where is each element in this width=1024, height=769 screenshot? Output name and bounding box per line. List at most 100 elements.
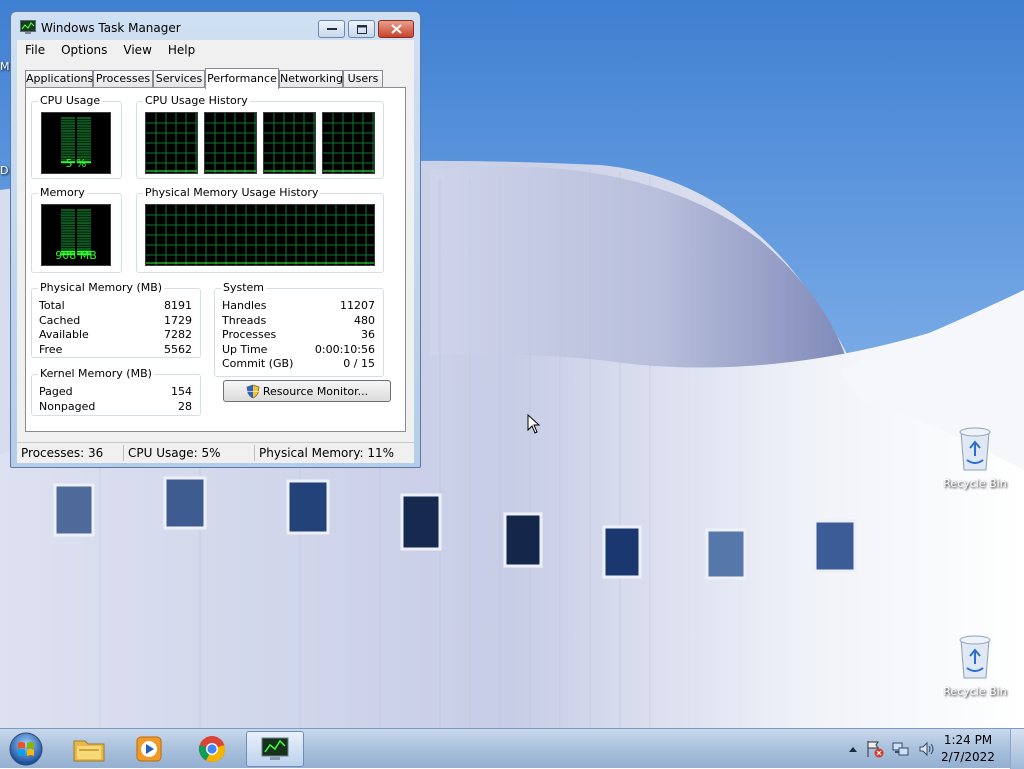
tab-processes[interactable]: Processes [93, 70, 153, 88]
stat-value: 154 [171, 385, 192, 398]
task-manager-icon [20, 20, 36, 34]
network-icon[interactable] [892, 740, 910, 758]
memory-history-label: Physical Memory Usage History [143, 186, 321, 199]
meter-segment [61, 224, 75, 227]
menu-file[interactable]: File [17, 40, 53, 60]
close-button[interactable] [378, 20, 414, 38]
stat-row-nonpaged: Nonpaged 28 [39, 400, 192, 414]
taskbar-clock[interactable]: 1:24 PM 2/7/2022 [932, 732, 1004, 766]
minimize-button[interactable] [318, 20, 345, 38]
taskbar-chrome[interactable] [184, 731, 240, 767]
stat-label: Up Time [222, 343, 268, 356]
meter-segment [61, 148, 75, 151]
window-title: Windows Task Manager [41, 21, 181, 35]
tab-services[interactable]: Services [153, 70, 205, 88]
menu-help[interactable]: Help [160, 40, 203, 60]
tab-performance[interactable]: Performance [205, 68, 279, 89]
menu-options[interactable]: Options [53, 40, 115, 60]
stat-label: Paged [39, 385, 73, 398]
desktop-icon-recycle-bin[interactable]: Recycle Bin [940, 424, 1010, 490]
cpu-history-group: CPU Usage History [136, 94, 384, 179]
stat-row-free: Free 5562 [39, 343, 192, 357]
cpu-usage-value: 5 % [65, 157, 87, 170]
memory-group: Memory 908 MB [31, 186, 122, 273]
stat-value: 28 [178, 400, 192, 413]
stat-row-threads: Threads 480 [222, 314, 375, 328]
meter-segment [77, 124, 91, 127]
recycle-bin-icon [959, 635, 991, 679]
start-button[interactable] [6, 730, 46, 768]
menu-view[interactable]: View [115, 40, 159, 60]
notification-area [848, 729, 936, 769]
meter-segment [61, 153, 75, 156]
stat-label: Free [39, 343, 63, 356]
meter-segment [77, 127, 91, 130]
memory-history-group: Physical Memory Usage History [136, 186, 384, 273]
status-physical-memory: Physical Memory: 11% [259, 446, 395, 460]
meter-segment [77, 222, 91, 224]
meter-segment [61, 122, 75, 125]
kernel-memory-label: Kernel Memory (MB) [38, 367, 154, 380]
tab-networking[interactable]: Networking [279, 70, 343, 88]
meter-segment [61, 209, 75, 211]
stat-value: 0 / 15 [343, 357, 375, 370]
action-center-icon[interactable] [866, 740, 884, 758]
stat-value: 1729 [164, 314, 192, 327]
cpu-history-graph-core-3 [263, 112, 316, 174]
cpu-history-graph-core-4 [322, 112, 375, 174]
stat-row-total: Total 8191 [39, 299, 192, 313]
stat-row-commit: Commit (GB) 0 / 15 [222, 357, 375, 371]
task-manager-window[interactable]: Windows Task Manager File Options View H… [10, 11, 421, 468]
maximize-button[interactable] [348, 20, 375, 38]
meter-segment [61, 124, 75, 127]
maximize-icon [356, 24, 367, 34]
stat-value: 36 [361, 328, 375, 341]
meter-segment [77, 224, 91, 227]
stat-row-processes: Processes 36 [222, 328, 375, 342]
stat-value: 8191 [164, 299, 192, 312]
meter-segment [61, 216, 75, 219]
meter-segment [77, 237, 91, 240]
minimize-icon [326, 28, 337, 30]
meter-segment [61, 132, 75, 135]
explorer-icon [73, 740, 105, 762]
show-hidden-icons-icon[interactable] [848, 745, 858, 753]
meter-segment [61, 143, 75, 145]
meter-segment [61, 222, 75, 224]
meter-segment [77, 150, 91, 153]
desktop-icon-recycle-bin-2[interactable]: Recycle Bin [940, 632, 1010, 698]
status-bar: Processes: 36 CPU Usage: 5% Physical Mem… [17, 442, 414, 463]
stat-label: Cached [39, 314, 81, 327]
meter-segment [61, 130, 75, 132]
tab-applications[interactable]: Applications [25, 70, 93, 88]
meter-segment [77, 235, 91, 237]
meter-segment [61, 245, 75, 248]
taskbar: 1:24 PM 2/7/2022 [0, 728, 1024, 769]
desktop-edge-label-1: M [0, 60, 10, 73]
stat-label: Commit (GB) [222, 357, 294, 370]
close-icon [390, 24, 402, 34]
task-manager-icon [261, 737, 289, 760]
tab-users[interactable]: Users [343, 70, 383, 88]
chrome-icon [198, 736, 226, 762]
meter-segment [61, 235, 75, 237]
physical-memory-label: Physical Memory (MB) [38, 281, 165, 294]
system-group: System Handles 11207 Threads 480 Process… [214, 281, 384, 377]
desktop-icon-label: Recycle Bin [943, 685, 1007, 698]
title-bar[interactable]: Windows Task Manager [11, 12, 420, 40]
meter-segment [61, 227, 75, 230]
uac-shield-icon [246, 384, 260, 398]
stat-label: Available [39, 328, 89, 341]
taskbar-media-player[interactable] [121, 731, 177, 767]
performance-panel: CPU Usage 5 % CPU Usage History Memory 9… [25, 87, 406, 432]
taskbar-task-manager[interactable] [246, 731, 304, 767]
meter-segment [77, 153, 91, 156]
resource-monitor-button[interactable]: Resource Monitor... [223, 380, 391, 402]
taskbar-explorer[interactable] [61, 731, 117, 767]
resource-monitor-label: Resource Monitor... [262, 384, 369, 398]
stat-label: Handles [222, 299, 267, 312]
desktop-edge-label-2: D [0, 164, 9, 177]
show-desktop-button[interactable] [1010, 729, 1024, 769]
meter-segment [77, 209, 91, 211]
cpu-usage-group: CPU Usage 5 % [31, 94, 122, 179]
